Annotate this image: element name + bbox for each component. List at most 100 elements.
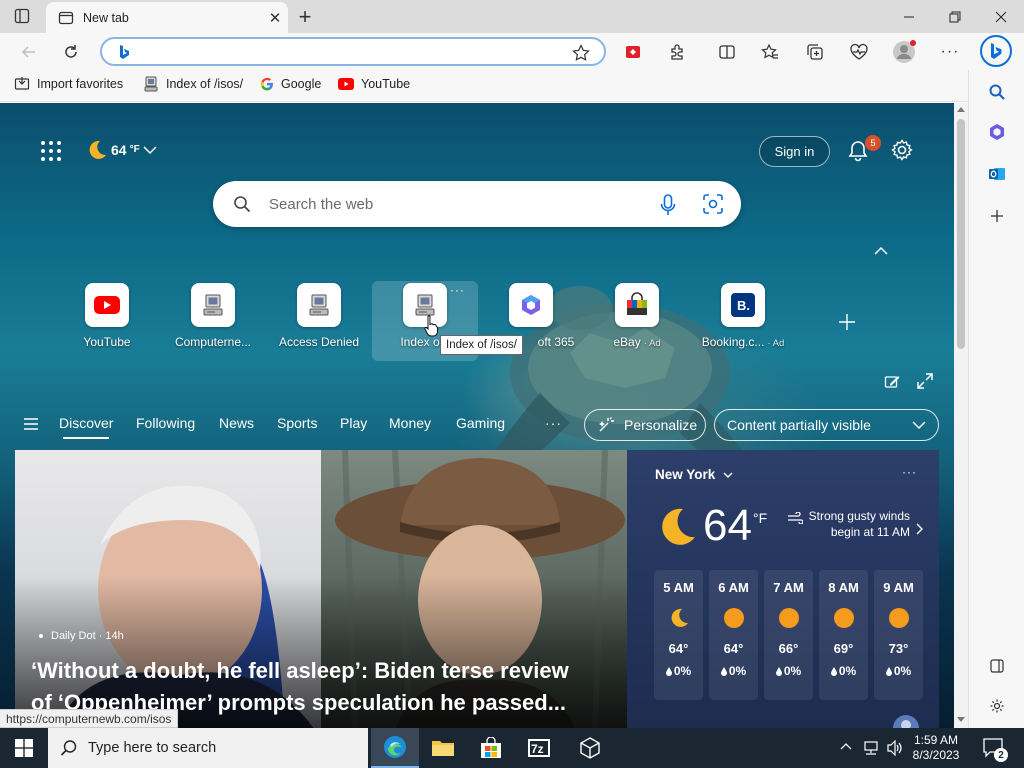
tab-money[interactable]: Money: [389, 415, 431, 431]
feed-more-button[interactable]: ···: [545, 415, 562, 431]
bing-icon: [118, 44, 130, 60]
back-button[interactable]: [14, 37, 44, 67]
taskbar-file-explorer[interactable]: [419, 728, 467, 768]
start-button[interactable]: [0, 728, 48, 768]
taskbar-search-box[interactable]: Type here to search: [48, 728, 368, 768]
hour-time: 7 AM: [773, 580, 804, 595]
page-settings-gear-icon[interactable]: [890, 138, 914, 162]
add-quick-link-icon[interactable]: [838, 313, 856, 331]
search-icon: [60, 739, 78, 757]
quick-link-more-options[interactable]: ···: [450, 283, 465, 297]
sign-in-button[interactable]: Sign in: [759, 136, 830, 167]
tab-following[interactable]: Following: [136, 415, 195, 431]
weather-location-selector[interactable]: New York: [655, 467, 733, 482]
expand-icon[interactable]: [917, 373, 933, 389]
favorite-youtube[interactable]: YouTube: [338, 70, 410, 98]
volume-icon[interactable]: [886, 740, 904, 756]
weather-alert[interactable]: Strong gusty winds begin at 11 AM: [805, 508, 910, 540]
favorite-index-isos[interactable]: Index of /isos/: [143, 70, 243, 98]
split-screen-icon[interactable]: [712, 37, 742, 67]
edit-background-icon[interactable]: [884, 373, 900, 389]
hero-story-card[interactable]: Daily Dot · 14h ‘Without a doubt, he fel…: [15, 450, 627, 728]
tab-sports[interactable]: Sports: [277, 415, 317, 431]
scroll-up-arrow-icon[interactable]: [957, 107, 965, 112]
add-sidebar-app-icon[interactable]: [983, 202, 1011, 230]
copilot-button[interactable]: [980, 35, 1012, 67]
raindrop-icon: [665, 666, 672, 676]
network-icon[interactable]: [862, 740, 880, 756]
hourly-forecast-5am[interactable]: 5 AM 64° 0%: [654, 570, 703, 700]
story-source-text: Daily Dot · 14h: [51, 630, 124, 642]
story-source: Daily Dot · 14h: [39, 630, 124, 642]
sidebar-settings-icon[interactable]: [983, 692, 1011, 720]
tooltip: Index of /isos/: [440, 335, 523, 355]
favorite-star-icon[interactable]: [572, 44, 590, 62]
weather-card[interactable]: New York ··· 64 °F Strong gusty winds be…: [627, 450, 939, 728]
hourly-forecast-8am[interactable]: 8 AM 69° 0%: [819, 570, 868, 700]
chevron-right-icon[interactable]: [915, 523, 923, 535]
hourly-forecast-7am[interactable]: 7 AM 66° 0%: [764, 570, 813, 700]
feed-menu-icon[interactable]: [23, 417, 39, 431]
profile-avatar[interactable]: [889, 37, 919, 67]
web-search-box[interactable]: Search the web: [213, 181, 741, 227]
search-input[interactable]: Search the web: [269, 196, 373, 213]
microsoft-365-icon[interactable]: [983, 118, 1011, 146]
outlook-icon[interactable]: [983, 160, 1011, 188]
quick-link-computernewb[interactable]: Computerne...: [160, 283, 266, 363]
weather-more-options[interactable]: ···: [902, 465, 917, 479]
collections-icon[interactable]: [800, 37, 830, 67]
taskbar-clock[interactable]: 1:59 AM 8/3/2023: [910, 733, 962, 763]
tab-play[interactable]: Play: [340, 415, 367, 431]
new-tab-page: 64 °F Sign in 5 Search the web YouTube C…: [0, 103, 954, 728]
quick-link-access-denied[interactable]: Access Denied: [266, 283, 372, 363]
settings-more-icon[interactable]: ···: [935, 37, 965, 67]
taskbar-7zip[interactable]: 7z: [515, 728, 563, 768]
weather-temperature: 64: [703, 501, 752, 550]
tab-gaming[interactable]: Gaming: [456, 415, 505, 431]
tab-news[interactable]: News: [219, 415, 254, 431]
close-tab-icon[interactable]: ✕: [262, 5, 288, 31]
favorite-google[interactable]: Google: [260, 70, 321, 98]
tab-actions-icon[interactable]: [14, 8, 30, 24]
show-hidden-icons-chevron[interactable]: [840, 742, 852, 750]
import-icon: [14, 76, 30, 92]
quick-link-youtube[interactable]: YouTube: [54, 283, 160, 363]
favorite-import[interactable]: Import favorites: [14, 70, 123, 98]
taskbar-search-placeholder: Type here to search: [88, 740, 217, 756]
close-window-button[interactable]: [978, 0, 1024, 33]
microsoft365-icon: [509, 283, 553, 327]
address-bar[interactable]: [100, 37, 606, 66]
quick-link-ebay[interactable]: eBay · Ad: [584, 283, 690, 363]
page-scrollbar[interactable]: [954, 103, 968, 728]
collapse-chevron-up-icon[interactable]: [874, 246, 888, 256]
browser-essentials-icon[interactable]: [844, 37, 874, 67]
extension-red-icon[interactable]: [618, 37, 648, 67]
visual-search-icon[interactable]: [703, 194, 723, 214]
tab-discover[interactable]: Discover: [59, 415, 113, 431]
scroll-down-arrow-icon[interactable]: [957, 717, 965, 722]
search-icon[interactable]: [983, 78, 1011, 106]
favorites-icon[interactable]: [755, 37, 785, 67]
content-visibility-dropdown[interactable]: Content partially visible: [714, 409, 939, 441]
hour-time: 6 AM: [718, 580, 749, 595]
quick-link-booking[interactable]: B. Booking.c... · Ad: [690, 283, 796, 363]
refresh-button[interactable]: [56, 37, 86, 67]
favorite-label: Import favorites: [37, 77, 124, 91]
hide-sidebar-icon[interactable]: [983, 652, 1011, 680]
apps-grid-icon[interactable]: [40, 140, 62, 162]
restore-button[interactable]: [932, 0, 978, 33]
hourly-forecast-6am[interactable]: 6 AM 64° 0%: [709, 570, 758, 700]
personalize-button[interactable]: Personalize: [584, 409, 706, 441]
scrollbar-thumb[interactable]: [957, 119, 965, 349]
feedback-avatar-icon[interactable]: [892, 714, 920, 728]
minimize-button[interactable]: [886, 0, 932, 33]
taskbar-edge[interactable]: [371, 728, 419, 768]
taskbar-microsoft-store[interactable]: [467, 728, 515, 768]
taskbar-3d-viewer[interactable]: [566, 728, 614, 768]
extensions-icon[interactable]: [662, 37, 692, 67]
hourly-forecast-9am[interactable]: 9 AM 73° 0%: [874, 570, 923, 700]
new-tab-button[interactable]: +: [292, 4, 318, 30]
microphone-icon[interactable]: [660, 194, 676, 216]
weather-quick-view[interactable]: 64 °F: [86, 139, 157, 161]
tab-new-tab[interactable]: New tab ✕: [46, 2, 288, 33]
